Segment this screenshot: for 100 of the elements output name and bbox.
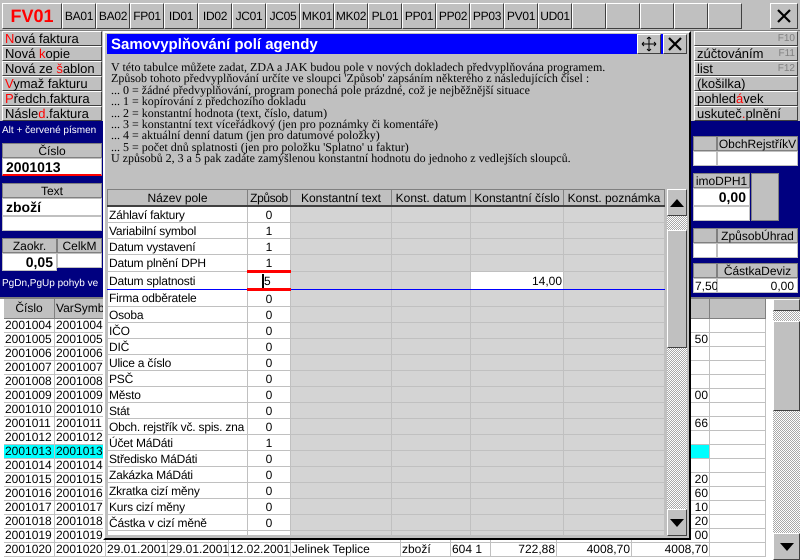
tab[interactable]: JC05: [266, 3, 300, 29]
table-cell: 4008,70: [557, 543, 632, 557]
tab[interactable]: ID01: [164, 3, 198, 29]
table-cell: Datum splatnosti: [108, 272, 248, 290]
table-cell: Jelinek Teplice: [291, 543, 401, 557]
tab[interactable]: ID02: [198, 3, 232, 29]
field[interactable]: zboží: [2, 198, 102, 216]
table-cell: Středisko MáDáti: [108, 450, 248, 466]
field-label: Text: [2, 183, 102, 198]
menu-item[interactable]: (košilka): [694, 76, 798, 91]
menu-item[interactable]: Násled.faktura: [2, 106, 102, 121]
table-cell: Datum plnění DPH: [108, 254, 248, 272]
table-cell: 29.01.2001: [168, 543, 229, 557]
field[interactable]: [57, 253, 102, 268]
scrollbar-thumb[interactable]: [667, 230, 687, 348]
scrollbar-thumb[interactable]: [773, 299, 800, 311]
menu-item[interactable]: pohledávek: [694, 91, 798, 106]
table-cell: Záhlaví faktury: [108, 206, 248, 222]
down-arrow-icon[interactable]: [670, 518, 684, 526]
description-text: ... 0 = žádné předvyplňování, program ponechá pole prázdné, což je nejběžnější situace: [111, 84, 530, 96]
scroll-down-button[interactable]: [773, 533, 800, 560]
tab[interactable]: PP03: [470, 3, 504, 29]
column-header[interactable]: Způsob: [248, 190, 290, 206]
menu-item[interactable]: Vymaž fakturu: [2, 76, 102, 91]
tab[interactable]: FP01: [130, 3, 164, 29]
tab[interactable]: BA01: [62, 3, 96, 29]
move-button[interactable]: [637, 34, 661, 54]
menu-item[interactable]: Nová ze šablon: [2, 61, 102, 76]
tab[interactable]: PV01: [504, 3, 538, 29]
scroll-down-button[interactable]: [667, 509, 687, 536]
table-row[interactable]: 2001020 2001020 29.01.2001 29.01.200112.02.2001 Jelinek Teplice zboží 604 1 722,88 4008,70 4008,70: [4, 543, 773, 557]
table-cell: Kurs cizí měny: [108, 498, 248, 514]
table-cell: 4008,70: [632, 543, 710, 557]
description-text: ... 5 = počet dnů splatnosti (jen pro položku 'Splatno' u faktur): [111, 142, 409, 154]
menu-item[interactable]: uskuteč.plnění: [694, 106, 798, 121]
column-header[interactable]: VarSymb: [55, 299, 106, 319]
down-arrow-icon[interactable]: [780, 542, 794, 550]
field[interactable]: 2001013: [2, 158, 102, 176]
column-header[interactable]: Konst. poznámka: [564, 190, 664, 206]
menu-item[interactable]: zúčtováním F11: [694, 46, 798, 61]
field[interactable]: 0,00: [693, 188, 750, 206]
close-icon[interactable]: [776, 8, 792, 24]
tab[interactable]: BA02: [96, 3, 130, 29]
scrollbar-thumb[interactable]: [773, 321, 800, 411]
table-cell: Variabilní symbol: [108, 222, 248, 238]
table-cell: 2001008: [4, 375, 55, 389]
up-arrow-icon[interactable]: [670, 198, 684, 206]
scrollbar-track[interactable]: [773, 311, 800, 321]
close-button[interactable]: [663, 34, 687, 54]
table-cell: DIČ: [108, 338, 248, 354]
table-cell: 2001004: [4, 319, 55, 333]
close-button[interactable]: [770, 3, 798, 29]
description-text: ... 2 = konstantní hodnota (text, číslo, datum): [111, 108, 328, 120]
scrollbar-track[interactable]: [667, 216, 687, 230]
column-header[interactable]: Číslo: [4, 299, 55, 319]
field[interactable]: 0,00: [717, 278, 798, 293]
menu-item[interactable]: Nová kopie: [2, 46, 102, 61]
tab[interactable]: PL01: [368, 3, 402, 29]
move-icon[interactable]: [641, 36, 657, 52]
tab[interactable]: UD01: [538, 3, 572, 29]
column-header[interactable]: Konstantní text: [290, 190, 392, 206]
column-header[interactable]: Konstantní číslo: [470, 190, 564, 206]
tab[interactable]: PP02: [436, 3, 470, 29]
close-icon[interactable]: [667, 36, 683, 52]
description-text: ... 3 = konstantní text víceřádkový (jen pro poznámky či komentáře): [111, 119, 440, 130]
tab[interactable]: JC01: [232, 3, 266, 29]
table-cell: IČO: [108, 322, 248, 338]
scroll-up-button[interactable]: [667, 189, 687, 216]
blank-tab[interactable]: [640, 3, 674, 29]
field[interactable]: 0,05: [2, 253, 57, 271]
table-cell: Stát: [108, 402, 248, 418]
table-cell[interactable]: 14,00: [470, 272, 564, 290]
tab[interactable]: PP01: [402, 3, 436, 29]
table-cell: 2001013: [55, 445, 106, 459]
blank-tab[interactable]: [708, 3, 742, 29]
blank-tab[interactable]: [572, 3, 606, 29]
description-text: ... 4 = aktuální denní datum (jen pro datumové položky): [111, 130, 381, 142]
field[interactable]: [717, 151, 798, 166]
column-header[interactable]: Konst. datum: [392, 190, 470, 206]
tab[interactable]: MK02: [334, 3, 368, 29]
field[interactable]: [693, 151, 717, 166]
tab[interactable]: MK01: [300, 3, 334, 29]
field[interactable]: [717, 243, 798, 258]
table-cell: 2001006: [4, 347, 55, 361]
field[interactable]: [2, 216, 102, 231]
table-cell: 2001018: [4, 515, 55, 529]
table-cell: Město: [108, 386, 248, 402]
column-header[interactable]: Název pole: [108, 190, 248, 206]
menu-item[interactable]: Nová faktura: [2, 31, 102, 46]
blank-tab[interactable]: [674, 3, 708, 29]
description-text: U způsobů 2, 3 a 5 pak zadáte zamýšlenou konstantní hodnotu do jednoho z vedlejších sloupců.: [111, 153, 572, 165]
menu-item[interactable]: Předch.faktura: [2, 91, 102, 106]
panel-box: [751, 173, 779, 221]
field-label: Číslo: [2, 143, 102, 158]
field-label: [693, 228, 717, 243]
field[interactable]: [693, 243, 717, 258]
field[interactable]: [693, 206, 750, 221]
menu-item[interactable]: list F12: [694, 61, 798, 76]
blank-tab[interactable]: [606, 3, 640, 29]
table-cell: zboží: [401, 543, 451, 557]
